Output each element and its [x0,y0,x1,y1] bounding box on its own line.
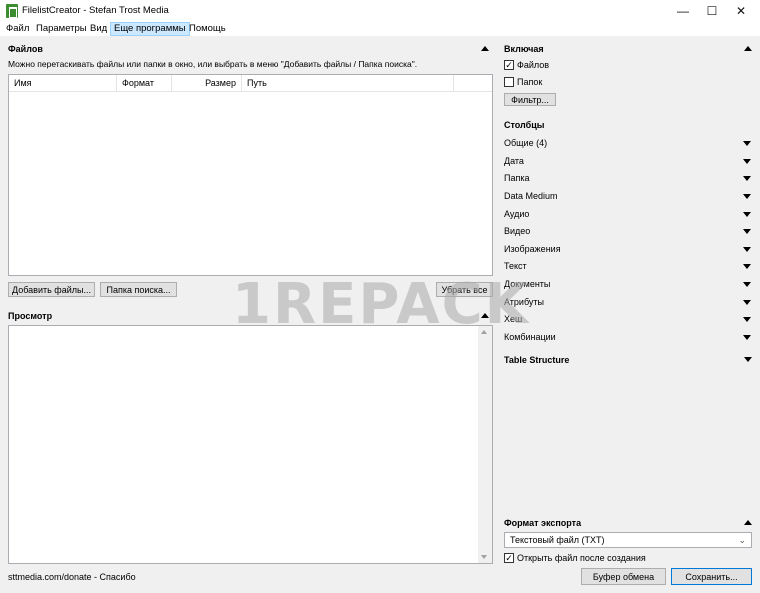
title-bar: FilelistCreator - Stefan Trost Media — ☐… [0,0,760,22]
expand-icon [743,159,751,164]
add-files-button[interactable]: Добавить файлы... [8,282,95,297]
columns-section-title: Столбцы [504,120,545,130]
status-text[interactable]: sttmedia.com/donate - Спасибо [8,572,136,582]
export-format-select[interactable]: Текстовый файл (TXT) ⌄ [504,532,752,548]
save-button[interactable]: Сохранить... [671,568,752,585]
column-size[interactable]: Размер [172,75,242,91]
preview-area[interactable] [8,325,493,564]
column-group-hash[interactable]: Хеш [504,312,754,329]
files-hint: Можно перетаскивать файлы или папки в ок… [8,59,418,69]
expand-icon [743,176,751,181]
open-after-label: Открыть файл после создания [517,553,646,563]
column-group-label: Изображения [504,244,561,254]
expand-icon [743,194,751,199]
scroll-down-icon[interactable] [481,555,487,559]
preview-scrollbar[interactable] [478,326,492,563]
file-list[interactable]: Имя Формат Размер Путь [8,74,493,276]
filter-button[interactable]: Фильтр... [504,93,556,106]
expand-icon [743,300,751,305]
collapse-include-icon[interactable] [744,46,752,51]
open-after-checkbox[interactable]: ✓ [504,553,514,563]
table-structure-title[interactable]: Table Structure [504,355,569,365]
export-format-value: Текстовый файл (TXT) [510,535,605,545]
file-list-header: Имя Формат Размер Путь [9,75,492,92]
expand-icon [743,247,751,252]
column-group-label: Видео [504,226,531,236]
column-group-label: Дата [504,156,524,166]
expand-icon [743,212,751,217]
column-group-folder[interactable]: Папка [504,171,754,188]
checkmark-icon: ✓ [505,60,513,70]
column-group-video[interactable]: Видео [504,224,754,241]
expand-icon [743,317,751,322]
export-section-title: Формат экспорта [504,518,582,528]
search-folder-button[interactable]: Папка поиска... [100,282,177,297]
expand-icon [743,282,751,287]
window-title: FilelistCreator - Stefan Trost Media [22,5,169,16]
column-group-date[interactable]: Дата [504,154,754,171]
column-group-images[interactable]: Изображения [504,242,754,259]
include-files-checkbox[interactable]: ✓ [504,60,514,70]
include-files-label: Файлов [517,60,550,70]
minimize-icon[interactable]: — [668,0,698,22]
column-group-text[interactable]: Текст [504,259,754,276]
column-group-label: Аудио [504,209,530,219]
include-folders-label: Папок [517,77,543,87]
collapse-export-icon[interactable] [744,520,752,525]
column-group-general[interactable]: Общие (4) [504,136,754,153]
clipboard-button[interactable]: Буфер обмена [581,568,666,585]
column-group-data-medium[interactable]: Data Medium [504,189,754,206]
column-group-label: Папка [504,173,530,183]
files-section-title: Файлов [8,44,43,54]
menu-settings[interactable]: Параметры [33,22,90,36]
menu-file[interactable]: Файл [3,22,32,36]
menu-bar: Файл Параметры Вид Еще программы Помощь [0,22,760,36]
expand-icon [743,141,751,146]
column-group-attributes[interactable]: Атрибуты [504,295,754,312]
maximize-icon[interactable]: ☐ [697,0,727,22]
include-folders-checkbox[interactable] [504,77,514,87]
column-group-documents[interactable]: Документы [504,277,754,294]
column-group-label: Общие (4) [504,138,548,148]
menu-help[interactable]: Помощь [186,22,229,36]
app-icon [6,4,18,18]
expand-icon [743,335,751,340]
checkmark-icon: ✓ [505,553,513,563]
menu-more-programs[interactable]: Еще программы [110,22,190,36]
close-icon[interactable]: ✕ [726,0,756,22]
column-path[interactable]: Путь [242,75,454,91]
preview-section-title: Просмотр [8,311,53,321]
menu-view[interactable]: Вид [87,22,110,36]
watermark: 1REPACK [232,272,531,337]
collapse-files-icon[interactable] [481,46,489,51]
column-format[interactable]: Формат [117,75,172,91]
expand-icon [743,264,751,269]
column-name[interactable]: Имя [9,75,117,91]
include-section-title: Включая [504,44,544,54]
expand-table-structure-icon[interactable] [744,357,752,362]
column-group-combinations[interactable]: Комбинации [504,330,754,347]
column-group-label: Текст [504,261,527,271]
column-group-audio[interactable]: Аудио [504,207,754,224]
column-group-label: Data Medium [504,191,558,201]
expand-icon [743,229,751,234]
chevron-down-icon: ⌄ [738,535,746,545]
